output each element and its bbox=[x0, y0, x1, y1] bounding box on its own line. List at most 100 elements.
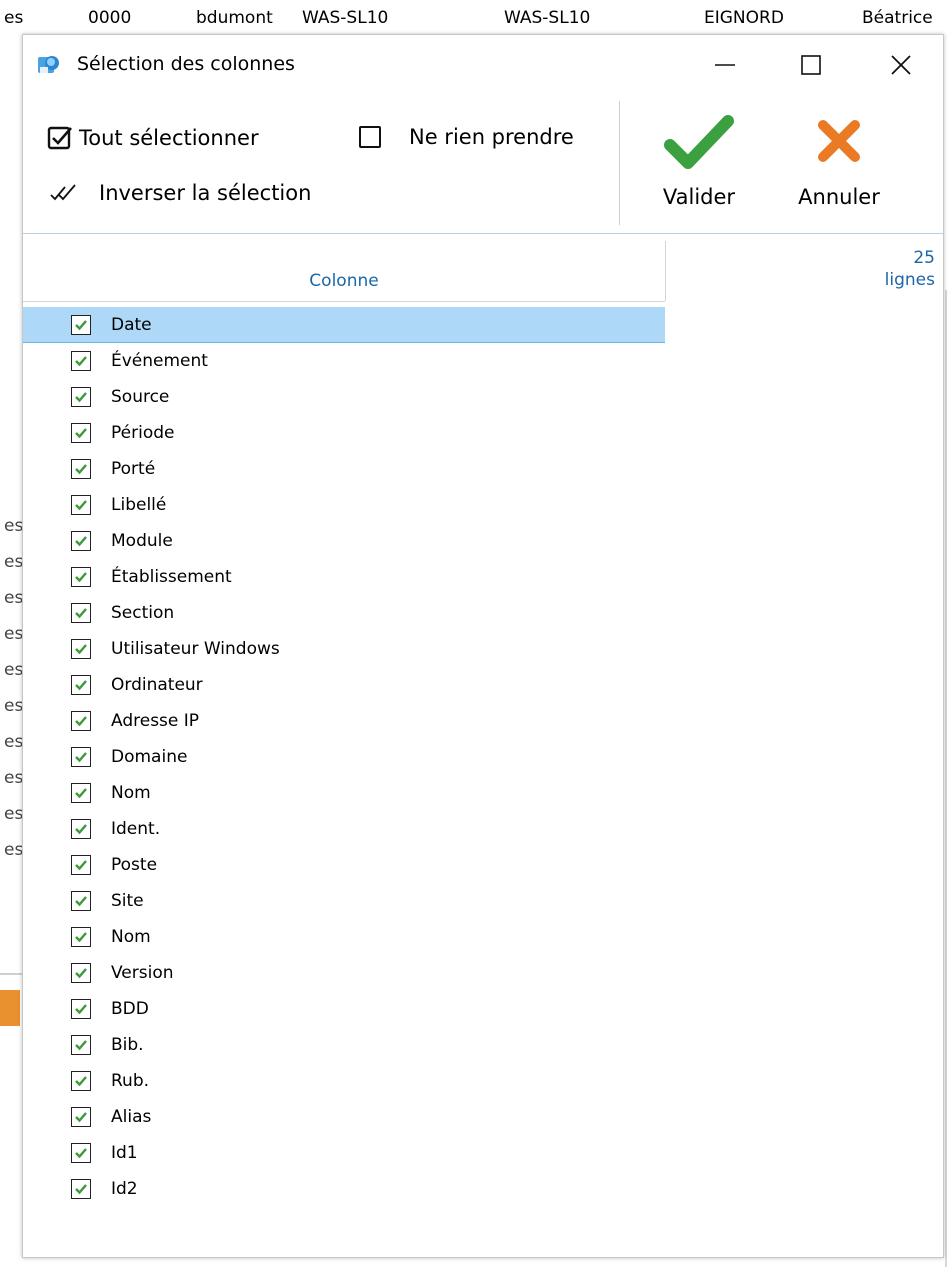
row-label: Utilisateur Windows bbox=[111, 639, 280, 659]
row-checkbox[interactable] bbox=[71, 675, 91, 695]
row-checkbox[interactable] bbox=[71, 891, 91, 911]
list-item[interactable]: Id2 bbox=[23, 1171, 665, 1207]
row-checkbox[interactable] bbox=[71, 855, 91, 875]
row-checkbox[interactable] bbox=[71, 567, 91, 587]
row-count-value: 25 bbox=[913, 248, 935, 268]
row-checkbox[interactable] bbox=[71, 495, 91, 515]
check-icon bbox=[75, 572, 87, 583]
row-checkbox[interactable] bbox=[71, 639, 91, 659]
column-list: Date Événement Source Période Porté Libellé Mo… bbox=[23, 307, 665, 1207]
row-label: BDD bbox=[111, 999, 149, 1019]
row-checkbox[interactable] bbox=[71, 387, 91, 407]
check-icon bbox=[75, 1040, 87, 1051]
cancel-button[interactable]: Annuler bbox=[789, 113, 889, 223]
double-check-icon bbox=[50, 184, 76, 201]
header-divider bbox=[23, 233, 943, 234]
list-item[interactable]: Nom bbox=[23, 919, 665, 955]
check-icon bbox=[75, 1076, 87, 1087]
row-checkbox[interactable] bbox=[71, 711, 91, 731]
app-icon bbox=[38, 56, 59, 73]
select-none-button[interactable]: Ne rien prendre bbox=[359, 125, 574, 149]
list-item[interactable]: Module bbox=[23, 523, 665, 559]
list-item[interactable]: Porté bbox=[23, 451, 665, 487]
background-cell: WAS-SL10 bbox=[302, 8, 389, 28]
list-item[interactable]: Poste bbox=[23, 847, 665, 883]
maximize-button[interactable] bbox=[781, 43, 841, 87]
background-cell: 0000 bbox=[88, 8, 132, 28]
list-item[interactable]: Libellé bbox=[23, 487, 665, 523]
list-item[interactable]: Utilisateur Windows bbox=[23, 631, 665, 667]
list-item[interactable]: Bib. bbox=[23, 1027, 665, 1063]
row-checkbox[interactable] bbox=[71, 783, 91, 803]
background-fragment: es bbox=[4, 804, 24, 824]
select-none-label: Ne rien prendre bbox=[409, 125, 574, 149]
row-checkbox[interactable] bbox=[71, 1071, 91, 1091]
list-item[interactable]: Établissement bbox=[23, 559, 665, 595]
select-all-button[interactable]: Tout sélectionner bbox=[47, 125, 259, 151]
row-checkbox[interactable] bbox=[71, 603, 91, 623]
row-checkbox[interactable] bbox=[71, 1179, 91, 1199]
list-item[interactable]: Date bbox=[23, 307, 665, 343]
minimize-button[interactable] bbox=[695, 43, 755, 87]
row-label: Site bbox=[111, 891, 144, 911]
list-item[interactable]: Version bbox=[23, 955, 665, 991]
maximize-icon bbox=[801, 55, 821, 75]
title-bar[interactable]: Sélection des colonnes bbox=[23, 35, 943, 93]
cancel-label: Annuler bbox=[798, 185, 880, 209]
list-item[interactable]: Domaine bbox=[23, 739, 665, 775]
list-item[interactable]: Id1 bbox=[23, 1135, 665, 1171]
row-count-unit: lignes bbox=[884, 270, 935, 290]
validate-button[interactable]: Valider bbox=[649, 113, 749, 223]
check-icon bbox=[75, 536, 87, 547]
row-checkbox[interactable] bbox=[71, 459, 91, 479]
ribbon-toolbar: Tout sélectionner Ne rien prendre Invers… bbox=[23, 93, 943, 233]
row-label: Domaine bbox=[111, 747, 188, 767]
row-checkbox[interactable] bbox=[71, 314, 91, 335]
close-icon bbox=[891, 55, 911, 75]
row-checkbox[interactable] bbox=[71, 1143, 91, 1163]
check-icon bbox=[75, 896, 87, 907]
list-item[interactable]: Rub. bbox=[23, 1063, 665, 1099]
row-checkbox[interactable] bbox=[71, 351, 91, 371]
background-cell: WAS-SL10 bbox=[504, 8, 591, 28]
list-item[interactable]: Alias bbox=[23, 1099, 665, 1135]
row-label: Nom bbox=[111, 783, 151, 803]
list-item[interactable]: Événement bbox=[23, 343, 665, 379]
list-item[interactable]: Ordinateur bbox=[23, 667, 665, 703]
list-item[interactable]: Ident. bbox=[23, 811, 665, 847]
background-grid-row: es 0000 bdumont WAS-SL10 WAS-SL10 EIGNOR… bbox=[0, 0, 949, 36]
invert-selection-button[interactable]: Inverser la sélection bbox=[49, 181, 311, 205]
background-divider bbox=[0, 973, 22, 975]
list-item[interactable]: Site bbox=[23, 883, 665, 919]
column-header[interactable]: Colonne bbox=[23, 241, 665, 301]
row-label: Nom bbox=[111, 927, 151, 947]
check-icon bbox=[75, 752, 87, 763]
row-label: Événement bbox=[111, 351, 208, 371]
row-checkbox[interactable] bbox=[71, 927, 91, 947]
list-item[interactable]: Nom bbox=[23, 775, 665, 811]
list-item[interactable]: Section bbox=[23, 595, 665, 631]
list-item[interactable]: Source bbox=[23, 379, 665, 415]
row-checkbox[interactable] bbox=[71, 1035, 91, 1055]
background-cell: bdumont bbox=[196, 8, 273, 28]
row-checkbox[interactable] bbox=[71, 999, 91, 1019]
row-checkbox[interactable] bbox=[71, 819, 91, 839]
background-orange-bar bbox=[0, 990, 20, 1026]
row-label: Source bbox=[111, 387, 170, 407]
row-checkbox[interactable] bbox=[71, 1107, 91, 1127]
row-checkbox[interactable] bbox=[71, 747, 91, 767]
row-count: 25 lignes bbox=[885, 247, 935, 291]
row-checkbox[interactable] bbox=[71, 963, 91, 983]
checkbox-checked-icon bbox=[47, 126, 72, 150]
close-button[interactable] bbox=[871, 43, 931, 87]
green-check-icon bbox=[664, 115, 734, 169]
list-item[interactable]: Période bbox=[23, 415, 665, 451]
row-label: Rub. bbox=[111, 1071, 150, 1091]
list-item[interactable]: Adresse IP bbox=[23, 703, 665, 739]
check-icon bbox=[75, 356, 87, 367]
row-checkbox[interactable] bbox=[71, 423, 91, 443]
row-checkbox[interactable] bbox=[71, 531, 91, 551]
list-item[interactable]: BDD bbox=[23, 991, 665, 1027]
checkbox-empty-icon bbox=[359, 126, 381, 148]
ribbon-separator bbox=[619, 101, 620, 225]
